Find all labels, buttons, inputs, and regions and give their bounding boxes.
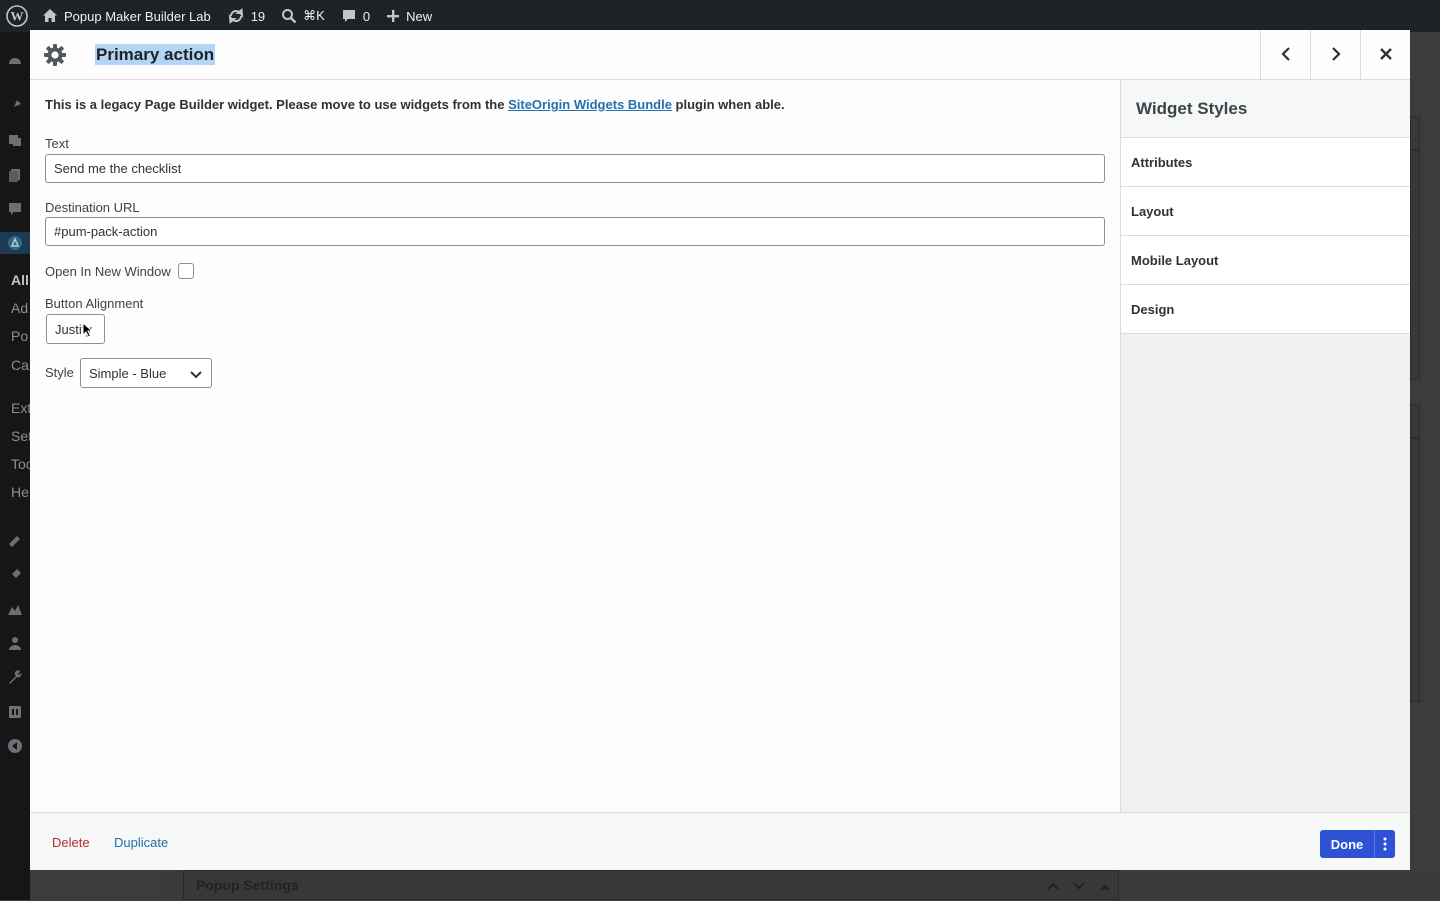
background-panel (1410, 150, 1420, 380)
widget-styles-title: Widget Styles (1121, 80, 1410, 138)
styles-section-design[interactable]: Design (1121, 285, 1410, 334)
move-down-icon[interactable] (1066, 882, 1092, 890)
button-alignment-label: Button Alignment (45, 296, 144, 311)
comment-icon (341, 8, 357, 24)
appearance-icon[interactable] (0, 529, 30, 551)
chevron-right-icon (1331, 46, 1341, 65)
tools-icon[interactable] (0, 666, 30, 688)
sidebar-item-add[interactable]: Ad (11, 300, 30, 316)
style-label: Style (45, 365, 74, 380)
search-link[interactable]: ⌘K (273, 0, 333, 32)
done-button-group: Done (1320, 830, 1395, 858)
admin-sidebar: All Ad Po Ca Ext Set Too He (0, 32, 30, 900)
move-up-icon[interactable] (1040, 882, 1066, 890)
wordpress-logo-icon[interactable]: W (0, 0, 34, 32)
home-icon (42, 8, 58, 24)
open-new-window-label: Open In New Window (45, 264, 171, 279)
settings-menu-icon[interactable] (0, 701, 30, 723)
legacy-widget-notice: This is a legacy Page Builder widget. Pl… (45, 97, 785, 112)
sidebar-item-tools[interactable]: Too (11, 456, 30, 472)
search-shortcut: ⌘K (303, 8, 325, 23)
sidebar-item-all[interactable]: All (11, 272, 30, 288)
updates-icon (227, 7, 245, 25)
popup-settings-box: Popup Settings (183, 870, 1119, 900)
dialog-footer: Delete Duplicate Done (30, 812, 1410, 870)
toggle-panel-icon[interactable] (1092, 883, 1118, 890)
popup-maker-menu-icon[interactable] (0, 232, 30, 254)
dialog-title[interactable]: Primary action (95, 44, 216, 65)
collapse-menu-icon[interactable] (0, 735, 30, 757)
posts-icon[interactable] (0, 95, 30, 117)
mouse-cursor-icon (82, 321, 94, 341)
legacy-note-prefix: This is a legacy Page Builder widget. Pl… (45, 97, 509, 112)
comments-menu-icon[interactable] (0, 198, 30, 220)
users-icon[interactable] (0, 632, 30, 654)
new-label: New (406, 8, 433, 24)
woocommerce-icon[interactable] (0, 598, 30, 620)
previous-widget-button[interactable] (1260, 30, 1310, 80)
close-icon (1379, 47, 1392, 63)
styles-section-mobile-layout[interactable]: Mobile Layout (1121, 236, 1410, 285)
delete-button[interactable]: Delete (52, 835, 90, 850)
background-panel (1410, 116, 1420, 150)
dialog-header: Primary action (30, 30, 1410, 80)
more-options-button[interactable] (1374, 830, 1395, 858)
destination-url-label: Destination URL (45, 200, 140, 215)
background-panel (1410, 438, 1420, 702)
updates-count: 19 (250, 8, 266, 24)
media-icon[interactable] (0, 129, 30, 151)
widget-styles-panel: Widget Styles Attributes Layout Mobile L… (1120, 80, 1410, 812)
updates-link[interactable]: 19 (219, 0, 273, 32)
pages-icon[interactable] (0, 164, 30, 186)
popup-settings-title: Popup Settings (196, 877, 299, 893)
gear-icon (43, 43, 67, 67)
siteorigin-widgets-bundle-link[interactable]: SiteOrigin Widgets Bundle (508, 97, 672, 112)
site-name-link[interactable]: Popup Maker Builder Lab (34, 0, 219, 32)
comments-link[interactable]: 0 (333, 0, 378, 32)
duplicate-button[interactable]: Duplicate (114, 835, 168, 850)
sidebar-item-categories[interactable]: Ca (11, 357, 30, 373)
plugins-icon[interactable] (0, 564, 30, 586)
legacy-note-suffix: plugin when able. (671, 97, 785, 112)
widget-form: This is a legacy Page Builder widget. Pl… (30, 80, 1120, 812)
chevron-left-icon (1280, 46, 1291, 65)
comments-count: 0 (362, 8, 371, 24)
background-panel (1410, 404, 1420, 438)
dashboard-icon[interactable] (0, 50, 30, 72)
site-name-label: Popup Maker Builder Lab (64, 8, 211, 24)
destination-url-input[interactable] (45, 217, 1105, 246)
close-dialog-button[interactable] (1360, 30, 1410, 80)
open-new-window-checkbox[interactable] (178, 263, 194, 279)
sidebar-item-help[interactable]: He (11, 484, 30, 500)
sidebar-item-popup-themes[interactable]: Po (11, 328, 30, 344)
widget-edit-dialog: Primary action This is a legacy Page Bui… (30, 30, 1410, 870)
sidebar-item-settings[interactable]: Set (11, 428, 30, 444)
done-button[interactable]: Done (1320, 837, 1374, 852)
button-style-select[interactable]: Simple - Blue (80, 358, 212, 388)
button-alignment-select[interactable]: Justify (46, 314, 105, 344)
new-content-link[interactable]: New (378, 0, 440, 32)
chevron-down-icon (190, 368, 202, 383)
next-widget-button[interactable] (1310, 30, 1360, 80)
search-icon (281, 8, 297, 24)
styles-section-attributes[interactable]: Attributes (1121, 138, 1410, 187)
button-text-input[interactable] (45, 154, 1105, 183)
admin-bar: W Popup Maker Builder Lab 19 ⌘K 0 New (0, 0, 1440, 32)
styles-section-layout[interactable]: Layout (1121, 187, 1410, 236)
box-controls (1040, 871, 1118, 901)
svg-text:W: W (11, 9, 24, 24)
sidebar-item-extensions[interactable]: Ext (11, 400, 30, 416)
text-field-label: Text (45, 136, 69, 151)
kebab-menu-icon (1383, 837, 1387, 851)
plus-icon (386, 9, 400, 23)
style-selected-value: Simple - Blue (89, 365, 167, 381)
